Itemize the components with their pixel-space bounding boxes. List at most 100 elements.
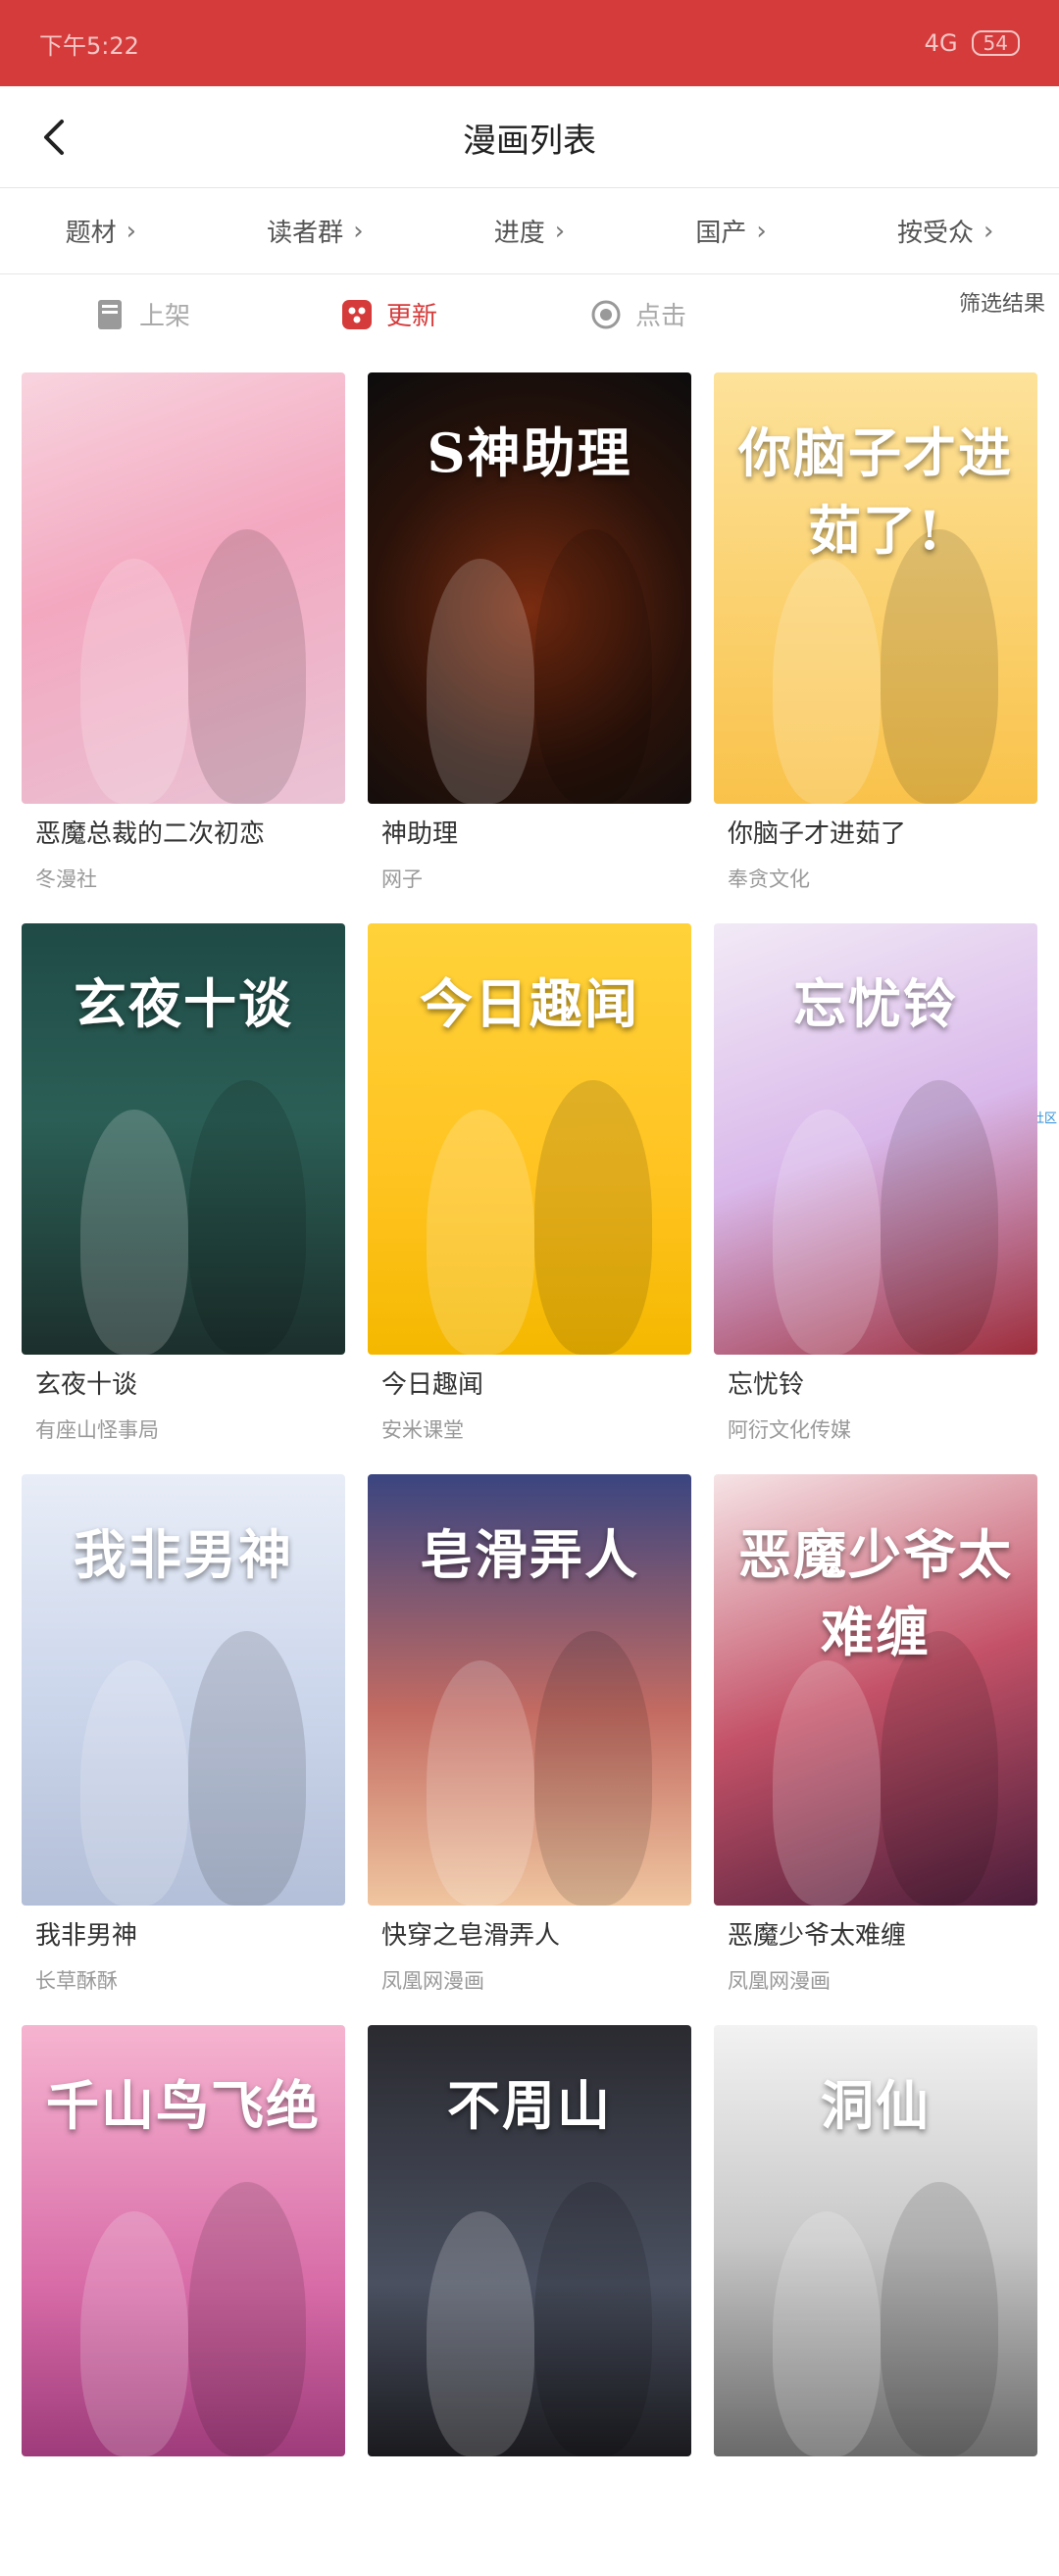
comic-card[interactable]: 今日趣闻 今日趣闻 安米课堂 (368, 923, 691, 1474)
battery-icon: 54 (971, 30, 1020, 56)
status-time: 下午5:22 (39, 31, 139, 60)
page-title: 漫画列表 (463, 121, 596, 161)
cover-title-art: 洞仙 (821, 2074, 931, 2137)
comic-author: 长草酥酥 (35, 1969, 118, 1993)
comic-card[interactable]: 皂滑弄人快穿之皂滑弄人凤凰网漫画 (368, 1474, 691, 2025)
comic-card[interactable]: 不周山 (368, 2025, 691, 2576)
comic-title: 恶魔少爷太难缠 (728, 1921, 907, 1951)
cover-title-art: 今日趣闻 (420, 972, 639, 1035)
cover-figure (773, 1660, 881, 1906)
comic-title: 你脑子才进茹了 (728, 819, 907, 849)
comic-card[interactable]: 千山鸟飞绝 (22, 2025, 345, 2576)
comic-cover[interactable]: 忘忧铃 (714, 923, 1037, 1355)
comic-cover[interactable]: 不周山 (368, 2025, 691, 2456)
comic-card[interactable]: 玄夜十谈 玄夜十谈 有座山怪事局 (22, 923, 345, 1474)
comic-card[interactable]: 恶魔少爷太难缠 恶魔少爷太难缠 凤凰网漫画 (714, 1474, 1037, 2025)
comic-title: 忘忧铃 (728, 1370, 805, 1400)
comic-title: 快穿之皂滑弄人 (381, 1921, 561, 1951)
comic-title: 神助理 (381, 819, 459, 849)
cover-title-art: 皂滑弄人 (420, 1523, 639, 1586)
filter-region[interactable]: 国产 › (695, 213, 766, 249)
sort-bar: 上架 更新 点击 筛选结果 (0, 276, 1059, 365)
chevron-right-icon: › (756, 216, 767, 246)
cover-figure (427, 2211, 534, 2456)
cover-figure (80, 2211, 188, 2456)
comic-cover[interactable] (22, 372, 345, 804)
filter-label: 读者群 (267, 219, 344, 248)
cover-figure (427, 1660, 534, 1906)
comic-author: 凤凰网漫画 (381, 1969, 484, 1993)
comic-cover[interactable]: 我非男神 (22, 1474, 345, 1906)
cover-figure (534, 529, 652, 804)
comic-card[interactable]: 洞仙 (714, 2025, 1037, 2576)
comic-author: 冬漫社 (35, 867, 97, 891)
cover-title-art: 你脑子才进茹了! (738, 421, 1013, 562)
comic-title: 我非男神 (35, 1921, 138, 1951)
cover-figure (773, 2211, 881, 2456)
filter-label: 按受众 (896, 219, 974, 248)
comic-cover[interactable]: 今日趣闻 (368, 923, 691, 1355)
app-header: 漫画列表 (0, 86, 1059, 188)
comic-cover[interactable]: 皂滑弄人 (368, 1474, 691, 1906)
cover-figure (188, 529, 306, 804)
cover-figure (188, 1080, 306, 1355)
comic-cover[interactable]: 玄夜十谈 (22, 923, 345, 1355)
comic-card[interactable]: 恶魔总裁的二次初恋冬漫社 (22, 372, 345, 923)
filter-audience[interactable]: 读者群 › (267, 213, 363, 249)
chevron-right-icon: › (353, 216, 364, 246)
comic-grid: 恶魔总裁的二次初恋 冬漫社 S神助理 神助理 网子 你脑子才进茹了! 你脑子才进茹了 奉贪文化… (22, 372, 1037, 2576)
cover-figure (881, 1631, 998, 1906)
cover-figure (80, 1110, 188, 1355)
cover-figure (188, 2182, 306, 2456)
cover-figure (80, 559, 188, 804)
sort-label: 更新 (386, 302, 438, 331)
filter-target[interactable]: 按受众 › (897, 213, 993, 249)
chevron-right-icon: › (126, 216, 136, 246)
comic-title: 玄夜十谈 (35, 1370, 138, 1400)
sort-label: 上架 (139, 302, 191, 331)
filter-label: 国产 (695, 219, 747, 248)
sort-click[interactable]: 点击 (590, 296, 686, 332)
cover-figure (80, 1660, 188, 1906)
sort-shelf[interactable]: 上架 (94, 296, 190, 332)
comic-card[interactable]: 我非男神 我非男神 长草酥酥 (22, 1474, 345, 2025)
comic-author: 有座山怪事局 (35, 1418, 159, 1442)
comic-cover[interactable]: 恶魔少爷太难缠 (714, 1474, 1037, 1906)
cover-title-art: 忘忧铃 (793, 972, 958, 1035)
cover-figure (881, 2182, 998, 2456)
filter-progress[interactable]: 进度 › (494, 213, 565, 249)
cover-title-art: S神助理 (427, 421, 632, 484)
sort-update[interactable]: 更新 (341, 296, 437, 332)
cover-title-art: 我非男神 (74, 1523, 293, 1586)
comic-title: 恶魔总裁的二次初恋 (35, 819, 266, 849)
filter-genre[interactable]: 题材 › (66, 213, 136, 249)
chevron-right-icon: › (983, 216, 994, 246)
sort-label: 点击 (635, 302, 687, 331)
filter-result-link[interactable]: 筛选结果 (959, 286, 1045, 318)
status-bar: 下午5:22 4G 54 (0, 0, 1059, 86)
cover-figure (188, 1631, 306, 1906)
cover-figure (534, 1631, 652, 1906)
comic-author: 安米课堂 (381, 1418, 464, 1442)
cover-title-art: 不周山 (447, 2074, 612, 2137)
comic-cover[interactable]: S神助理 (368, 372, 691, 804)
cover-figure (534, 1080, 652, 1355)
comic-card[interactable]: 你脑子才进茹了! 你脑子才进茹了奉贪文化 (714, 372, 1037, 923)
radio-icon (590, 299, 622, 330)
cover-figure (427, 1110, 534, 1355)
comic-author: 奉贪文化 (728, 867, 810, 891)
cover-figure (881, 1080, 998, 1355)
cover-title-art: 恶魔少爷太难缠 (738, 1523, 1013, 1663)
comic-cover[interactable]: 千山鸟飞绝 (22, 2025, 345, 2456)
status-icons: 4G 54 (925, 29, 1020, 57)
chevron-right-icon: › (554, 216, 566, 246)
comic-cover[interactable]: 洞仙 (714, 2025, 1037, 2456)
comic-cover[interactable]: 你脑子才进茹了! (714, 372, 1037, 804)
cover-title-art: 千山鸟飞绝 (46, 2074, 321, 2137)
comic-card[interactable]: S神助理 神助理 网子 (368, 372, 691, 923)
signal-indicator: 4G (924, 29, 958, 57)
comic-card[interactable]: 忘忧铃 忘忧铃 阿衍文化传媒 (714, 923, 1037, 1474)
cover-figure (773, 559, 881, 804)
comic-author: 阿衍文化传媒 (728, 1418, 851, 1442)
filter-label: 题材 (65, 219, 117, 248)
